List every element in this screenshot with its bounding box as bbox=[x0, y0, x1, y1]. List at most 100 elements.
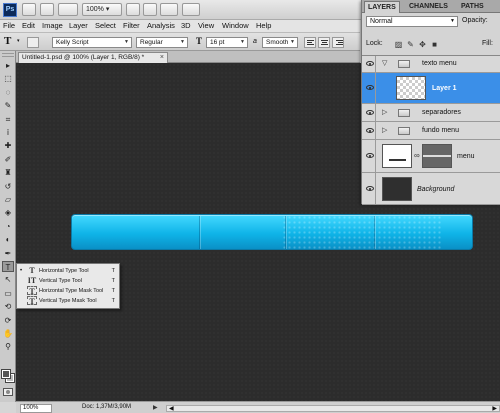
menu-edit[interactable]: Edit bbox=[22, 21, 35, 30]
layer-row-background[interactable]: Background bbox=[362, 173, 500, 205]
toolbox-grip[interactable] bbox=[2, 53, 14, 57]
scroll-left-icon[interactable]: ◀ bbox=[169, 405, 174, 412]
zoom-tool-icon[interactable]: ⚲ bbox=[2, 341, 14, 352]
align-center-button[interactable] bbox=[318, 37, 330, 48]
layer-mask-thumbnail[interactable] bbox=[422, 144, 452, 168]
folder-icon bbox=[398, 127, 410, 135]
visibility-toggle[interactable] bbox=[363, 56, 376, 72]
blend-mode-select[interactable]: Normal ▼ bbox=[366, 16, 458, 27]
menu-view[interactable]: View bbox=[198, 21, 214, 30]
brush-tool-icon[interactable]: ✐ bbox=[2, 154, 14, 165]
status-menu-arrow-icon[interactable]: ▶ bbox=[153, 404, 158, 411]
hand-tool-icon[interactable]: ✋ bbox=[2, 328, 14, 339]
clone-stamp-tool-icon[interactable]: ♜ bbox=[2, 167, 14, 178]
anti-alias-select[interactable]: Smooth ▼ bbox=[262, 37, 298, 48]
quick-mask-button[interactable] bbox=[3, 388, 13, 396]
lasso-tool-icon[interactable]: ◌ bbox=[2, 87, 14, 98]
menu-filter[interactable]: Filter bbox=[123, 21, 140, 30]
close-tab-icon[interactable]: × bbox=[160, 53, 164, 63]
lock-position-icon[interactable]: ✥ bbox=[418, 40, 427, 49]
lock-image-icon[interactable]: ✎ bbox=[406, 40, 415, 49]
history-brush-tool-icon[interactable]: ↺ bbox=[2, 181, 14, 192]
quick-select-tool-icon[interactable]: ✎ bbox=[2, 100, 14, 111]
3d-rotate-tool-icon[interactable]: ⟲ bbox=[2, 301, 14, 312]
collapse-triangle-icon[interactable]: ▷ bbox=[382, 108, 387, 116]
bridge-button[interactable] bbox=[22, 3, 36, 16]
preset-dropdown-icon[interactable]: ▾ bbox=[17, 38, 20, 44]
move-tool-icon[interactable]: ▸ bbox=[2, 60, 14, 71]
menu-analysis[interactable]: Analysis bbox=[147, 21, 175, 30]
horizontal-scrollbar[interactable]: ◀ ▶ bbox=[166, 405, 500, 412]
blur-tool-icon[interactable]: ◔ bbox=[2, 221, 14, 232]
document-tab[interactable]: Untitled-1.psd @ 100% (Layer 1, RGB/8) *… bbox=[18, 52, 168, 63]
lock-transparency-icon[interactable]: ▨ bbox=[394, 40, 403, 49]
vertical-type-tool-item[interactable]: IT Vertical Type Tool T bbox=[17, 276, 119, 286]
type-tool-preset-icon[interactable]: T bbox=[4, 35, 11, 47]
layer-row-fundo-menu[interactable]: ▷ fundo menu bbox=[362, 122, 500, 140]
arrange-documents-button[interactable] bbox=[160, 3, 178, 16]
eye-icon bbox=[366, 110, 374, 115]
font-family-select[interactable]: Kelly Script ▼ bbox=[52, 37, 132, 48]
visibility-toggle[interactable] bbox=[363, 73, 376, 103]
tab-channels[interactable]: CHANNELS bbox=[406, 1, 451, 13]
font-size-select[interactable]: 16 pt ▼ bbox=[206, 37, 248, 48]
rotate-view-button[interactable] bbox=[143, 3, 157, 16]
eyedropper-tool-icon[interactable]: ⅰ bbox=[2, 127, 14, 138]
collapse-triangle-icon[interactable]: ▷ bbox=[382, 126, 387, 134]
horizontal-type-mask-icon: T bbox=[27, 286, 37, 296]
crop-tool-icon[interactable]: ⌗ bbox=[2, 114, 14, 125]
healing-brush-tool-icon[interactable]: ✚ bbox=[2, 140, 14, 151]
dodge-tool-icon[interactable]: ◐ bbox=[2, 234, 14, 245]
align-right-button[interactable] bbox=[332, 37, 344, 48]
fill-label: Fill: bbox=[482, 40, 493, 47]
menu-select[interactable]: Select bbox=[95, 21, 116, 30]
blend-row: Normal ▼ Opacity: bbox=[362, 15, 500, 29]
horizontal-type-mask-tool-item[interactable]: T Horizontal Type Mask Tool T bbox=[17, 286, 119, 296]
tools-panel: ▸ ⬚ ◌ ✎ ⌗ ⅰ ✚ ✐ ♜ ↺ ▱ ◈ ◔ ◐ ✒ T ↖ ▭ ⟲ ⟳ ✋ ⚲ bbox=[0, 51, 16, 402]
mini-bridge-button[interactable] bbox=[40, 3, 54, 16]
menu-3d[interactable]: 3D bbox=[181, 21, 191, 30]
layer-row-texto-menu[interactable]: ▽ texto menu bbox=[362, 56, 500, 73]
menu-help[interactable]: Help bbox=[256, 21, 271, 30]
shape-tool-icon[interactable]: ▭ bbox=[2, 288, 14, 299]
horizontal-type-icon: T bbox=[29, 266, 35, 275]
orientation-toggle-button[interactable] bbox=[27, 37, 39, 48]
menu-window[interactable]: Window bbox=[222, 21, 249, 30]
zoom-field[interactable]: 100% bbox=[20, 404, 52, 413]
path-selection-tool-icon[interactable]: ↖ bbox=[2, 274, 14, 285]
font-style-select[interactable]: Regular ▼ bbox=[136, 37, 188, 48]
menu-image[interactable]: Image bbox=[42, 21, 63, 30]
horizontal-type-tool-item[interactable]: • T Horizontal Type Tool T bbox=[17, 266, 119, 276]
menu-file[interactable]: File bbox=[3, 21, 15, 30]
view-extras-button[interactable] bbox=[58, 3, 78, 16]
screen-mode-button[interactable] bbox=[182, 3, 200, 16]
tab-paths[interactable]: PATHS bbox=[458, 1, 487, 13]
status-bar: 100% Doc: 1,37M/3,90M ▶ ◀ ▶ bbox=[16, 401, 500, 413]
halftone-dots-texture bbox=[282, 215, 442, 249]
3d-orbit-tool-icon[interactable]: ⟳ bbox=[2, 315, 14, 326]
visibility-toggle[interactable] bbox=[363, 122, 376, 139]
hand-button[interactable] bbox=[126, 3, 140, 16]
visibility-toggle[interactable] bbox=[363, 140, 376, 172]
pen-tool-icon[interactable]: ✒ bbox=[2, 248, 14, 259]
visibility-toggle[interactable] bbox=[363, 173, 376, 204]
foreground-color-swatch[interactable] bbox=[1, 369, 11, 379]
menu-layer[interactable]: Layer bbox=[69, 21, 88, 30]
zoom-level-dropdown[interactable]: 100% ▾ bbox=[82, 3, 122, 16]
scroll-right-icon[interactable]: ▶ bbox=[492, 405, 497, 412]
expand-triangle-icon[interactable]: ▽ bbox=[382, 59, 387, 67]
visibility-toggle[interactable] bbox=[363, 104, 376, 121]
paint-bucket-tool-icon[interactable]: ◈ bbox=[2, 207, 14, 218]
lock-all-icon[interactable]: ■ bbox=[430, 40, 439, 49]
vertical-type-mask-tool-item[interactable]: T Vertical Type Mask Tool T bbox=[17, 296, 119, 306]
layer-row-layer-1[interactable]: Layer 1 bbox=[362, 73, 500, 104]
marquee-tool-icon[interactable]: ⬚ bbox=[2, 73, 14, 84]
tab-layers[interactable]: LAYERS bbox=[364, 1, 400, 13]
link-chain-icon[interactable]: ∞ bbox=[414, 151, 420, 160]
eye-icon bbox=[366, 61, 374, 66]
align-left-button[interactable] bbox=[304, 37, 316, 48]
layer-row-separadores[interactable]: ▷ separadores bbox=[362, 104, 500, 122]
layer-row-menu[interactable]: ∞ menu bbox=[362, 140, 500, 173]
type-tool-icon[interactable]: T bbox=[2, 261, 14, 272]
eraser-tool-icon[interactable]: ▱ bbox=[2, 194, 14, 205]
